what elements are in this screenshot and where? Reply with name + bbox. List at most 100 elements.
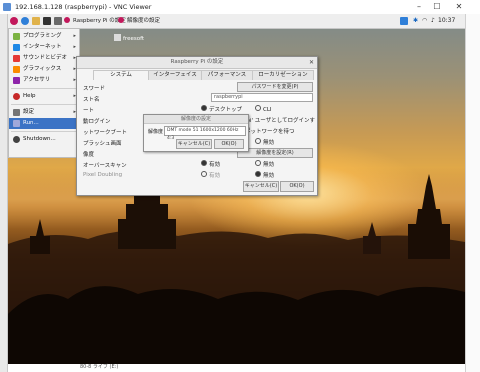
vnc-tray-icon[interactable] [400,17,408,25]
boot-label: ート [83,108,95,114]
tab-interfaces[interactable]: インターフェイス [148,70,202,80]
resolution-cancel-button[interactable]: キャンセル(C) [176,139,212,149]
overscan-enable-radio[interactable]: 有効 [201,160,220,168]
netboot-label: ットワークブート [83,130,128,136]
maximize-button[interactable]: ☐ [430,2,444,12]
task-resolution[interactable]: 解像度の設定 [118,16,160,26]
pixel-disable-radio[interactable]: 無効 [255,171,274,179]
radio-icon [255,138,261,144]
resolution-ok-button[interactable]: OK(O) [214,139,244,149]
graphics-icon [13,66,20,73]
menu-item-preferences[interactable]: 設定 ▸ [9,107,79,118]
menu-item-sound-video[interactable]: サウンドとビデオ ▸ [9,53,79,64]
radio-icon [255,160,261,166]
menu-item-graphics[interactable]: グラフィックス ▸ [9,64,79,75]
password-label: スワード [83,86,106,92]
app-launcher-icon[interactable] [54,17,62,25]
menu-item-internet[interactable]: インターネット ▸ [9,42,79,53]
network-wait-checkbox[interactable]: ネットワークを待つ [245,127,295,135]
code-icon [13,33,20,40]
submenu-arrow-icon: ▸ [73,33,76,39]
menu-item-label: インターネット [23,44,62,50]
run-icon [13,120,20,127]
radio-icon [201,171,207,177]
desktop-file-label: freesoft [123,36,145,42]
vnc-right-edge [465,14,480,372]
splash-label: プラッシュ画面 [83,141,122,147]
accessories-icon [13,77,20,84]
status-bar-text: 80-8 ライブ (E:) [80,364,119,370]
dialog-ok-button[interactable]: OK(O) [280,181,314,192]
media-icon [13,55,20,62]
overscan-label: オーバースキャン [83,163,127,169]
raspberry-icon [118,17,124,23]
resolution-label: 像度 [83,152,95,158]
overscan-disable-radio[interactable]: 無効 [255,160,274,168]
close-window-button[interactable]: ✕ [452,2,466,12]
resolution-dialog-title: 解像度の設定 [144,115,248,124]
resolution-select[interactable]: DMT mode 51 1600x1200 60Hz 4:3 [164,126,246,141]
resolution-dialog: 解像度の設定 解像度 DMT mode 51 1600x1200 60Hz 4:… [143,114,249,152]
task-pi-settings[interactable]: Raspberry Pi の設定 [64,16,126,26]
bluetooth-icon[interactable]: ✱ [413,17,418,24]
clock[interactable]: 10:37 [438,17,455,24]
wifi-icon[interactable]: ◠ [422,17,427,24]
menu-item-run[interactable]: Run... [9,118,79,129]
pixel-enable-label: 有効 [209,173,221,179]
file-icon [114,34,121,41]
vnc-window-title: 192.168.1.128 (raspberrypi) - VNC Viewer [15,3,152,11]
resolution-dialog-label: 解像度 [148,129,164,135]
menu-item-label: Shutdown... [23,136,56,142]
submenu-arrow-icon: ▸ [73,44,76,50]
dialog-cancel-button[interactable]: キャンセル(C) [243,181,279,192]
menu-separator [11,88,77,89]
terminal-icon[interactable] [43,17,51,25]
browser-icon[interactable] [21,17,29,25]
menu-item-label: サウンドとビデオ [23,55,68,61]
menu-item-accessories[interactable]: アクセサリ ▸ [9,75,79,86]
overscan-enable-label: 有効 [209,162,221,168]
menu-item-label: Run... [23,120,39,126]
pixel-doubling-label: Pixel Doubling [83,172,123,178]
menu-item-label: 設定 [23,109,35,115]
menu-item-shutdown[interactable]: Shutdown... [9,134,79,145]
pixel-enable-radio[interactable]: 有効 [201,171,220,179]
menu-item-label: アクセサリ [23,77,51,83]
radio-selected-icon [201,160,207,166]
remote-desktop[interactable]: Raspberry Pi の設定 解像度の設定 ✱ ◠ ♪ 10:37 free… [8,14,465,364]
boot-cli-radio[interactable]: CLI [255,105,272,113]
autologin-label: 動ログイン [83,119,111,125]
menu-separator [11,131,77,132]
settings-icon [13,109,20,116]
network-wait-text: ネットワークを待つ [245,129,295,135]
menu-item-label: プログラミング [23,33,62,39]
tab-performance[interactable]: パフォーマンス [201,70,253,80]
raspberry-menu-icon[interactable] [10,17,18,25]
boot-cli-label: CLI [263,107,272,113]
menu-item-help[interactable]: Help ▸ [9,91,79,102]
minimize-button[interactable]: – [412,2,426,12]
radio-selected-icon [201,105,207,111]
volume-icon[interactable]: ♪ [431,17,435,24]
shutdown-icon [13,136,20,143]
vnc-title-bar: 192.168.1.128 (raspberrypi) - VNC Viewer… [0,0,480,15]
pixel-disable-label: 無効 [263,173,275,179]
menu-separator [11,104,77,105]
dialog-close-button[interactable]: ✕ [309,57,314,68]
change-password-button[interactable]: パスワードを変更(P) [237,82,313,92]
boot-desktop-radio[interactable]: デスクトップ [201,105,242,113]
hostname-input[interactable]: raspberrypi [211,93,313,102]
overscan-disable-label: 無効 [263,162,275,168]
menu-item-programming[interactable]: プログラミング ▸ [9,31,79,42]
radio-selected-icon [255,171,261,177]
tab-localisation[interactable]: ローカリゼーション [252,70,314,80]
tab-system[interactable]: システム [93,70,149,80]
file-manager-icon[interactable] [32,17,40,25]
menu-item-label: グラフィックス [23,66,62,72]
radio-icon [255,105,261,111]
desktop-file-freesoft[interactable]: freesoft [114,34,144,42]
start-menu: プログラミング ▸ インターネット ▸ サウンドとビデオ ▸ グラフィックス ▸ アクセ… [8,28,80,158]
splash-disable-radio[interactable]: 無効 [255,138,274,146]
vnc-app-icon [3,3,11,11]
desktop-taskbar: Raspberry Pi の設定 解像度の設定 ✱ ◠ ♪ 10:37 [8,14,465,29]
